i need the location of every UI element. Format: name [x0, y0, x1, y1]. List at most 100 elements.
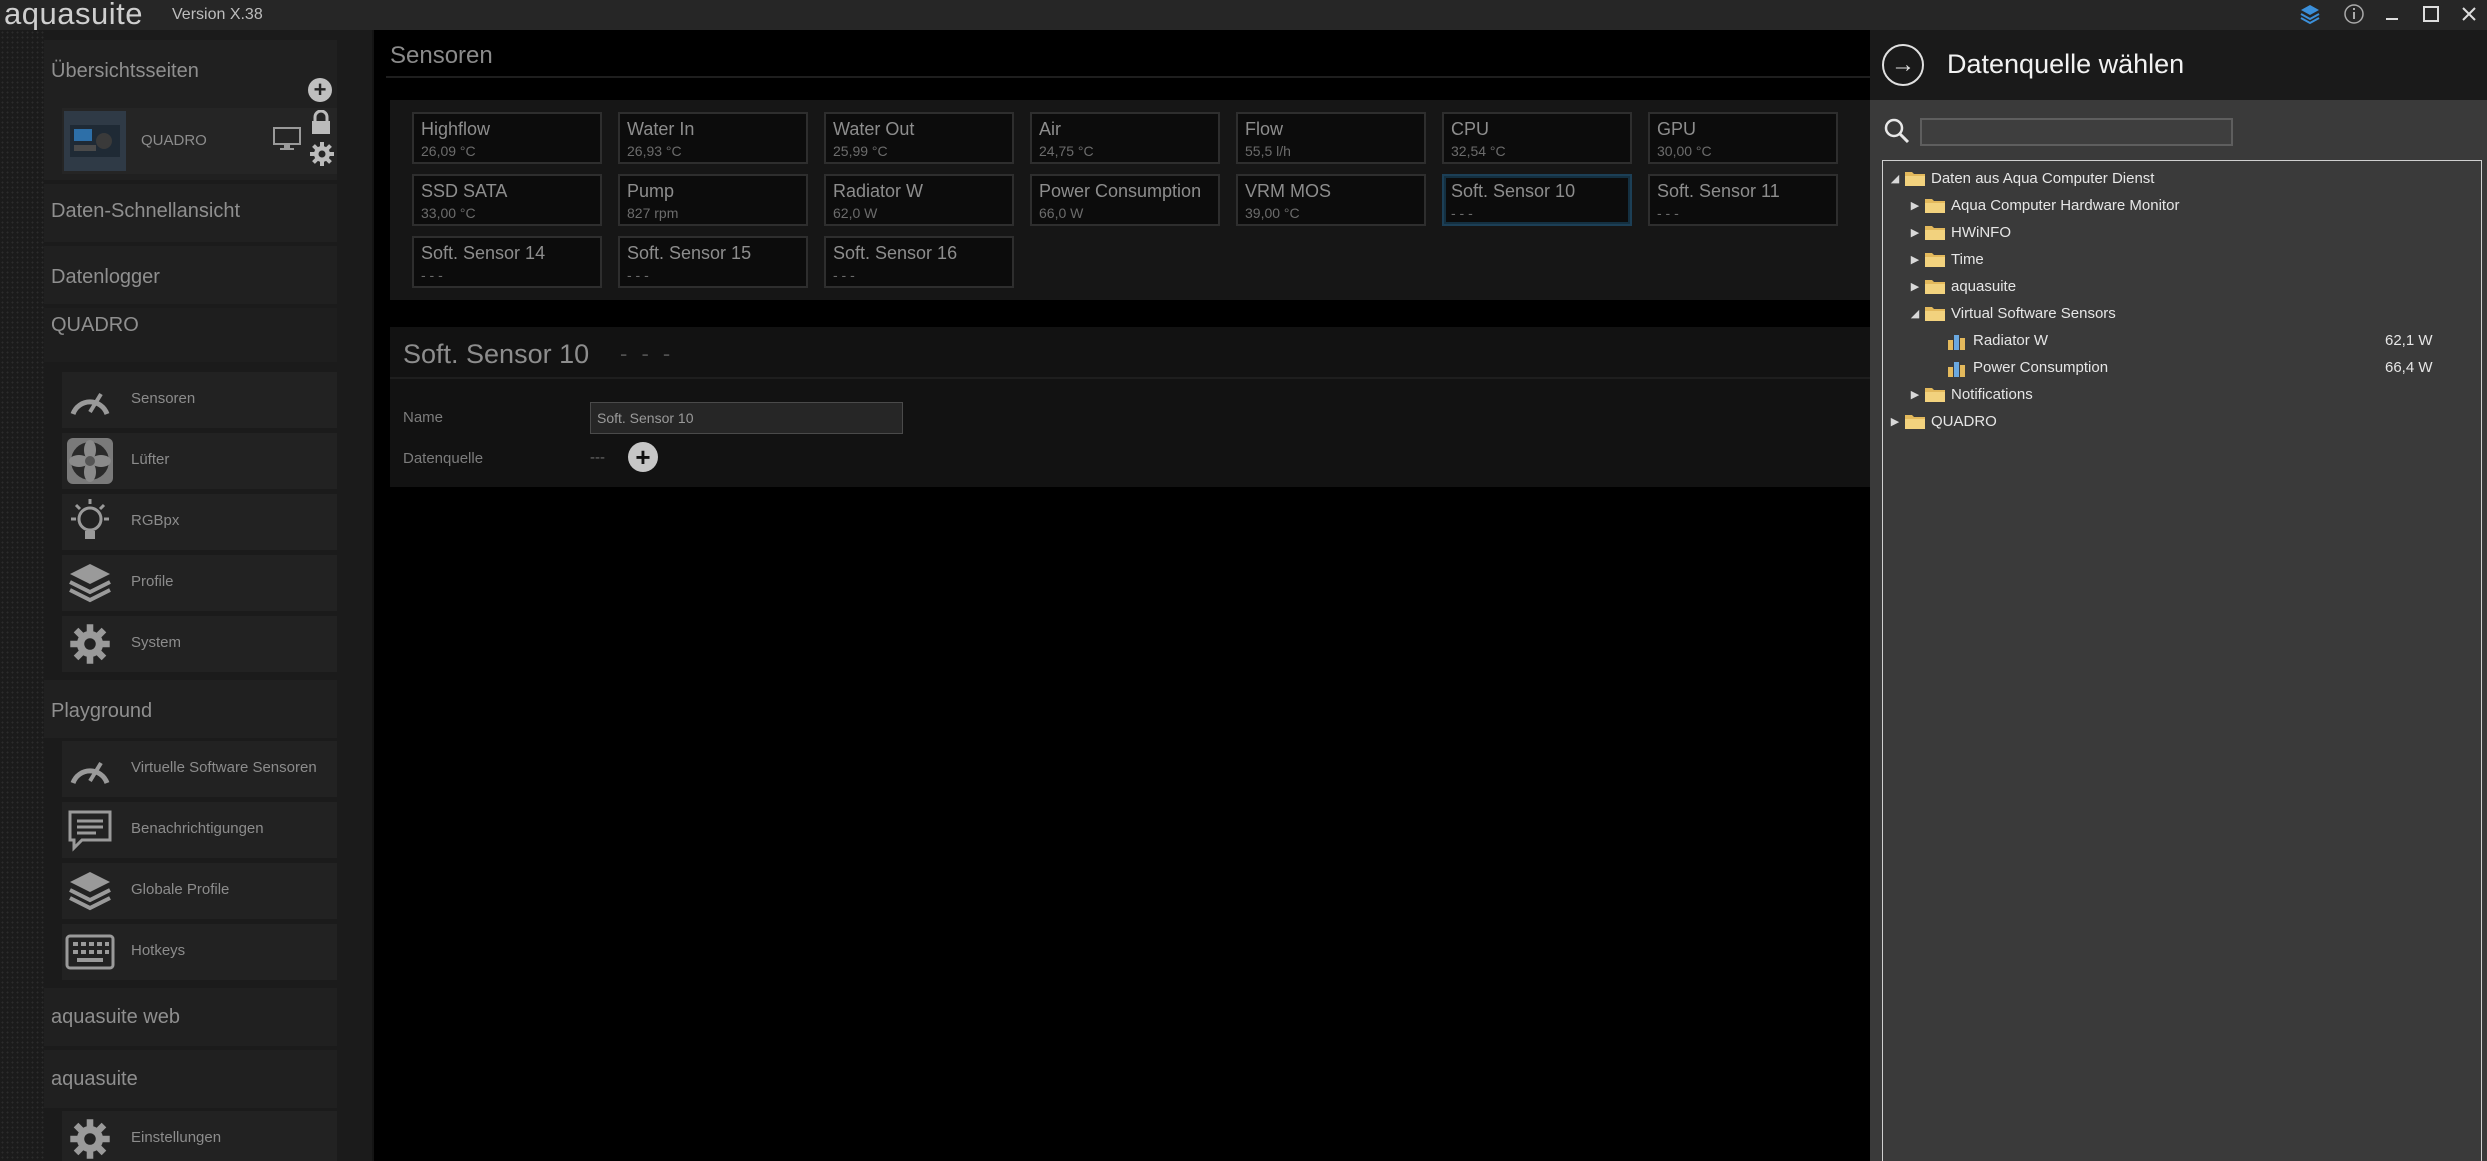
sensor-tile-selected[interactable]: Soft. Sensor 10 - - - — [1442, 174, 1632, 226]
sensor-tile[interactable]: Soft. Sensor 16 - - - — [824, 236, 1014, 288]
sensor-tile[interactable]: Soft. Sensor 15 - - - — [618, 236, 808, 288]
tree-node[interactable]: ▶ Notifications — [1907, 381, 2033, 407]
sensor-name: GPU — [1657, 119, 1697, 139]
add-overview-icon[interactable]: + — [308, 77, 332, 102]
name-field[interactable] — [590, 402, 903, 434]
collapsed-arrow-icon[interactable]: ▶ — [1907, 253, 1923, 266]
sensor-name: Flow — [1245, 119, 1284, 139]
sensor-tile[interactable]: Power Consumption 66,0 W — [1030, 174, 1220, 226]
tree-node[interactable]: ◢ Daten aus Aqua Computer Dienst — [1887, 165, 2155, 191]
minimize-icon[interactable] — [2374, 0, 2410, 28]
close-icon[interactable] — [2451, 0, 2487, 28]
gauge-icon — [64, 743, 116, 795]
tree-node-sensor[interactable]: Radiator W 62,1 W — [1945, 327, 2480, 353]
add-source-button[interactable]: + — [628, 442, 658, 472]
overview-device-item[interactable]: QUADRO — [62, 108, 337, 174]
collapsed-arrow-icon[interactable]: ▶ — [1907, 388, 1923, 401]
sensor-tile[interactable]: Soft. Sensor 14 - - - — [412, 236, 602, 288]
tree-node[interactable]: ▶ HWiNFO — [1907, 219, 2011, 245]
expanded-arrow-icon[interactable]: ◢ — [1887, 172, 1903, 185]
tree-node[interactable]: ▶ Time — [1907, 246, 1984, 272]
sensor-value: 827 rpm — [627, 205, 679, 221]
gear-icon[interactable] — [308, 140, 336, 173]
gauge-icon — [64, 374, 116, 426]
detail-rule — [390, 377, 1870, 379]
sensor-tile[interactable]: VRM MOS 39,00 °C — [1236, 174, 1426, 226]
sensor-value: 55,5 l/h — [1245, 143, 1291, 159]
sidebar-item-einstellungen[interactable]: Einstellungen — [62, 1111, 337, 1161]
sensor-tile[interactable]: Radiator W 62,0 W — [824, 174, 1014, 226]
sidebar-item-notifications[interactable]: Benachrichtigungen — [62, 802, 337, 858]
expanded-arrow-icon[interactable]: ◢ — [1907, 307, 1923, 320]
collapsed-arrow-icon[interactable]: ▶ — [1907, 199, 1923, 212]
app-name: aquasuite — [4, 0, 143, 31]
sidebar-item-label: Globale Profile — [131, 881, 230, 898]
sensor-name: SSD SATA — [421, 181, 508, 201]
data-source-tree: ◢ Daten aus Aqua Computer Dienst ▶ Aqua … — [1882, 160, 2482, 1161]
search-input[interactable] — [1920, 118, 2233, 146]
sensor-value: 25,99 °C — [833, 143, 888, 159]
sensor-tile[interactable]: GPU 30,00 °C — [1648, 112, 1838, 164]
back-arrow-icon[interactable]: → — [1882, 44, 1924, 86]
sidebar-item-label: Profile — [131, 573, 174, 590]
sensor-name: Power Consumption — [1039, 181, 1202, 201]
info-icon[interactable] — [2336, 0, 2372, 28]
sensor-tile[interactable]: Highflow 26,09 °C — [412, 112, 602, 164]
folder-icon — [1925, 305, 1945, 321]
sidebar-item-luefter[interactable]: Lüfter — [62, 433, 337, 489]
tree-node[interactable]: ◢ Virtual Software Sensors — [1907, 300, 2116, 326]
tree-node[interactable]: ▶ aquasuite — [1907, 273, 2016, 299]
aquasuite-section: aquasuite — [44, 1050, 337, 1108]
lock-icon[interactable] — [310, 109, 332, 141]
sensor-name: Soft. Sensor 11 — [1657, 181, 1780, 201]
tree-node-label: aquasuite — [1951, 277, 2017, 295]
sensor-tile[interactable]: Pump 827 rpm — [618, 174, 808, 226]
sensor-tile[interactable]: Flow 55,5 l/h — [1236, 112, 1426, 164]
sensor-tile[interactable]: Water In 26,93 °C — [618, 112, 808, 164]
sensor-value: - - - — [421, 267, 443, 283]
sensor-tile[interactable]: CPU 32,54 °C — [1442, 112, 1632, 164]
sensor-value: 39,00 °C — [1245, 205, 1300, 221]
tree-node[interactable]: ▶ QUADRO — [1887, 408, 1997, 434]
logger-link[interactable]: Datenlogger — [44, 246, 337, 304]
sensor-value: 33,00 °C — [421, 205, 476, 221]
sidebar-item-global-profiles[interactable]: Globale Profile — [62, 863, 337, 919]
sensor-tile[interactable]: Soft. Sensor 11 - - - — [1648, 174, 1838, 226]
tree-node[interactable]: ▶ Aqua Computer Hardware Monitor — [1907, 192, 2180, 218]
title-rule — [386, 76, 1870, 78]
sidebar-item-sensoren[interactable]: Sensoren — [62, 372, 337, 428]
sidebar-item-rgbpx[interactable]: RGBpx — [62, 494, 337, 550]
sensor-tile[interactable]: Water Out 25,99 °C — [824, 112, 1014, 164]
sidebar-item-virtual-sensors[interactable]: Virtuelle Software Sensoren — [62, 741, 337, 797]
sidebar-item-profile[interactable]: Profile — [62, 555, 337, 611]
sensor-value: 66,0 W — [1039, 205, 1084, 221]
sensor-value: 26,09 °C — [421, 143, 476, 159]
monitor-icon[interactable] — [272, 126, 302, 157]
tree-node-sensor[interactable]: Power Consumption 66,4 W — [1945, 354, 2480, 380]
sensor-tiles-panel: Highflow 26,09 °C Water In 26,93 °C Water … — [390, 100, 1870, 300]
aquasuite-web-label: aquasuite web — [51, 1006, 180, 1028]
sidebar-item-label: Einstellungen — [131, 1129, 222, 1146]
maximize-icon[interactable] — [2413, 0, 2449, 28]
collapsed-arrow-icon[interactable]: ▶ — [1887, 415, 1903, 428]
sensor-name: CPU — [1451, 119, 1490, 139]
page-title: Sensoren — [390, 42, 493, 69]
sensor-tile[interactable]: Air 24,75 °C — [1030, 112, 1220, 164]
sidebar-item-hotkeys[interactable]: Hotkeys — [62, 924, 337, 980]
tree-node-label: Daten aus Aqua Computer Dienst — [1931, 169, 2155, 187]
layers-icon[interactable] — [2292, 0, 2328, 28]
collapsed-arrow-icon[interactable]: ▶ — [1907, 280, 1923, 293]
sidebar-item-system[interactable]: System — [62, 616, 337, 672]
quadro-thumbnail-icon — [64, 111, 126, 171]
collapsed-arrow-icon[interactable]: ▶ — [1907, 226, 1923, 239]
sensor-value: - - - — [833, 267, 855, 283]
tree-node-value: 66,4 W — [2385, 358, 2433, 376]
data-source-title: Datenquelle wählen — [1947, 49, 2185, 79]
sensor-name: Air — [1039, 119, 1061, 139]
quadro-title: QUADRO — [51, 314, 139, 336]
aquasuite-web-link[interactable]: aquasuite web — [44, 988, 337, 1046]
sensor-tile[interactable]: SSD SATA 33,00 °C — [412, 174, 602, 226]
sidebar: Übersichtsseiten + QUADRO Daten-Schnella… — [0, 30, 372, 1161]
quick-view-link[interactable]: Daten-Schnellansicht — [44, 184, 337, 242]
title-bar: aquasuite Version X.38 — [0, 0, 2487, 31]
